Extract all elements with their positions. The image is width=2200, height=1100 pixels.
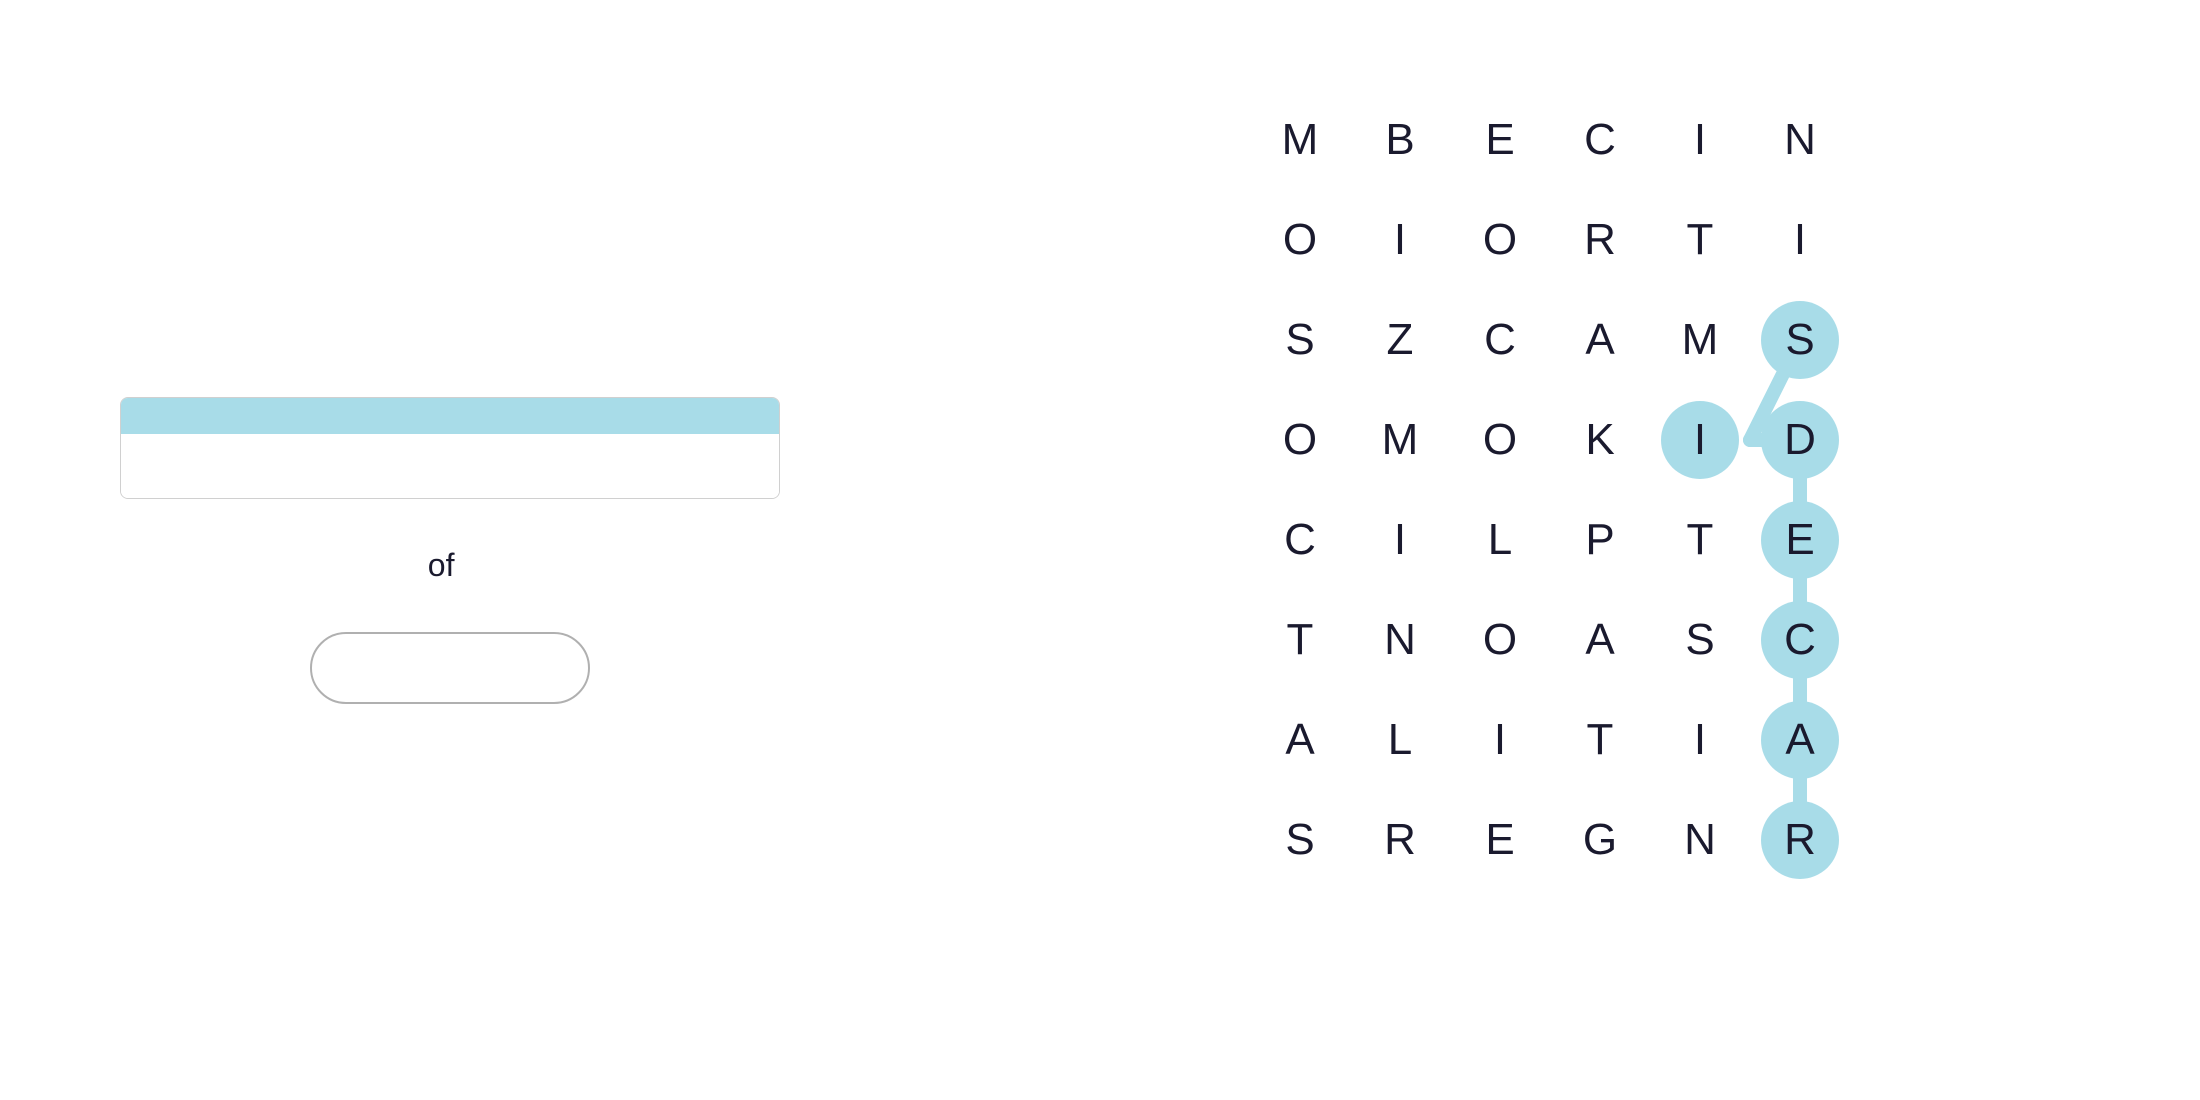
grid-cell[interactable]: I [1450,690,1550,790]
right-panel: MBECINOIORTISZCAMSOMOKIDCILPTETNOASCALIT… [900,0,2200,1100]
grid-cell[interactable]: O [1450,190,1550,290]
highlighted-cell[interactable]: I [1661,401,1739,479]
grid-cell[interactable]: N [1650,790,1750,890]
grid-cell[interactable]: I [1350,490,1450,590]
grid-cell[interactable]: T [1650,490,1750,590]
grid-cell[interactable]: T [1250,590,1350,690]
grid-cell[interactable]: O [1450,590,1550,690]
grid-cell[interactable]: I [1650,90,1750,190]
grid-cell[interactable]: E [1750,490,1850,590]
grid-cell[interactable]: I [1750,190,1850,290]
grid-cell[interactable]: S [1250,790,1350,890]
highlighted-cell[interactable]: A [1761,701,1839,779]
grid-cell[interactable]: R [1550,190,1650,290]
highlighted-cell[interactable]: C [1761,601,1839,679]
grid-cell[interactable]: N [1750,90,1850,190]
grid-cell[interactable]: C [1450,290,1550,390]
grid-cell[interactable]: L [1350,690,1450,790]
grid-cell[interactable]: S [1750,290,1850,390]
grid-cell[interactable]: M [1250,90,1350,190]
grid-cell[interactable]: I [1650,690,1750,790]
grid-cell[interactable]: B [1350,90,1450,190]
grid-cell[interactable]: A [1550,590,1650,690]
grid-cell[interactable]: C [1550,90,1650,190]
grid-cell[interactable]: T [1650,190,1750,290]
grid-cell[interactable]: R [1750,790,1850,890]
highlighted-cell[interactable]: R [1761,801,1839,879]
grid-wrapper: MBECINOIORTISZCAMSOMOKIDCILPTETNOASCALIT… [1250,90,1850,890]
grid-cell[interactable]: T [1550,690,1650,790]
grid-cell[interactable]: R [1350,790,1450,890]
grid-cell[interactable]: P [1550,490,1650,590]
highlighted-cell[interactable]: S [1761,301,1839,379]
grid-cell[interactable]: Z [1350,290,1450,390]
highlighted-cell[interactable]: E [1761,501,1839,579]
grid-cell[interactable]: G [1550,790,1650,890]
theme-card [120,397,780,499]
grid-cell[interactable]: C [1750,590,1850,690]
grid-cell[interactable]: O [1250,390,1350,490]
grid-cell[interactable]: S [1250,290,1350,390]
grid-cell[interactable]: N [1350,590,1450,690]
theme-card-header [121,398,779,434]
grid-cell[interactable]: E [1450,790,1550,890]
grid-cell[interactable]: L [1450,490,1550,590]
grid-cell[interactable]: A [1250,690,1350,790]
words-found-text: of [419,547,481,584]
grid-cell[interactable]: K [1550,390,1650,490]
grid-cell[interactable]: O [1450,390,1550,490]
left-panel: of [0,0,900,1100]
grid-cell[interactable]: I [1650,390,1750,490]
grid-cell[interactable]: M [1650,290,1750,390]
grid-cell[interactable]: M [1350,390,1450,490]
grid-cell[interactable]: E [1450,90,1550,190]
highlighted-cell[interactable]: D [1761,401,1839,479]
grid: MBECINOIORTISZCAMSOMOKIDCILPTETNOASCALIT… [1250,90,1850,890]
grid-cell[interactable]: C [1250,490,1350,590]
grid-cell[interactable]: I [1350,190,1450,290]
main-container: of [0,0,2200,1100]
grid-cell[interactable]: S [1650,590,1750,690]
theme-card-body [121,434,779,498]
grid-cell[interactable]: D [1750,390,1850,490]
grid-cell[interactable]: A [1750,690,1850,790]
grid-cell[interactable]: A [1550,290,1650,390]
hint-button[interactable] [310,632,590,704]
grid-cell[interactable]: O [1250,190,1350,290]
